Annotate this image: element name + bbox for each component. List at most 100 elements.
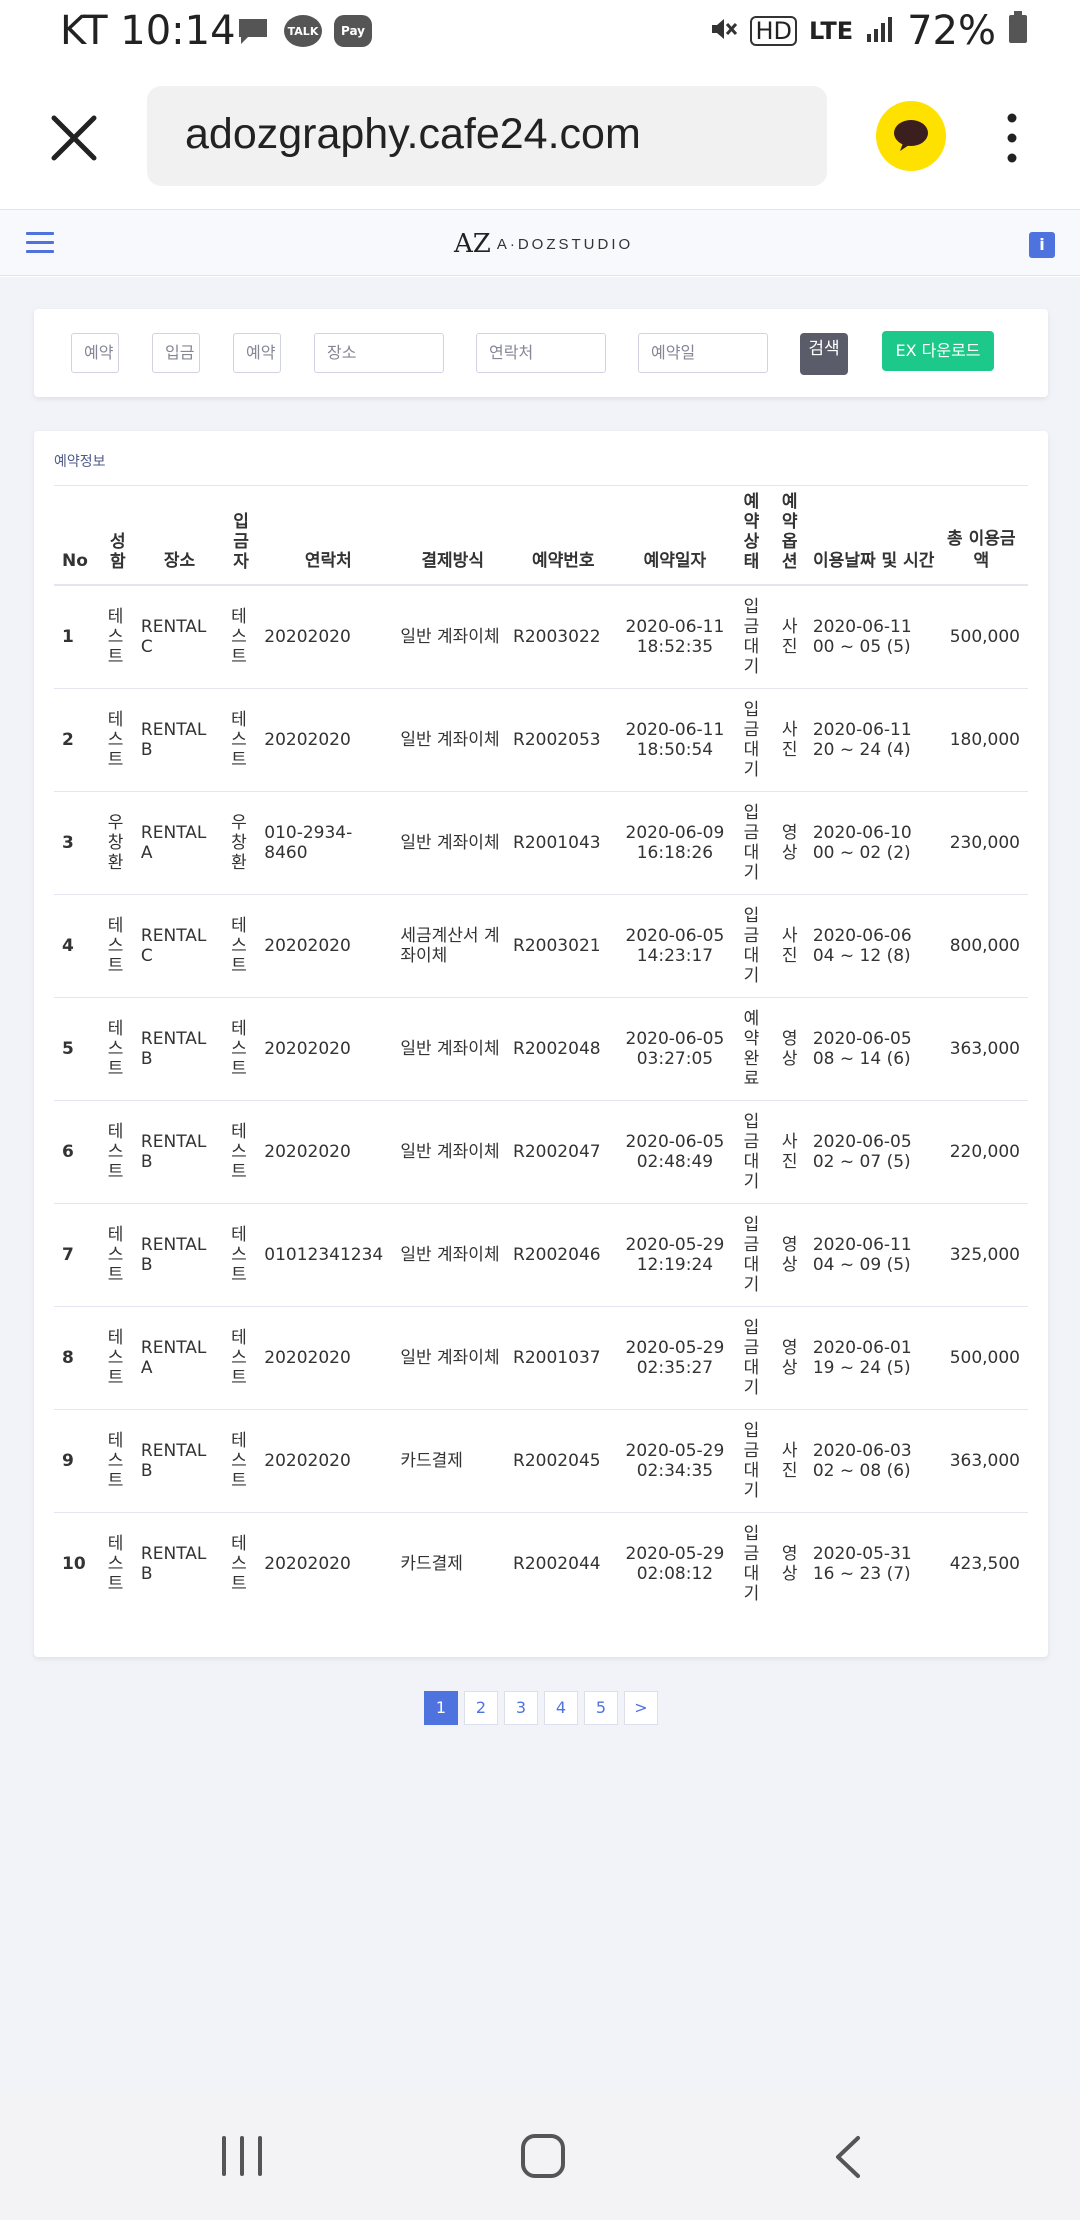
- cell-payment-method: 일반 계좌이체: [396, 790, 510, 894]
- table-row[interactable]: 1 테스트 RENTAL C 테스트 20202020 일반 계좌이체 R2003022 20…: [54, 584, 1028, 688]
- cell-payer: 테스트: [221, 893, 261, 997]
- cell-no: 2: [54, 687, 99, 791]
- table-row[interactable]: 4 테스트 RENTAL C 테스트 20202020 세금계산서 계좌이체 R200302…: [54, 893, 1028, 997]
- cell-no: 6: [54, 1099, 99, 1203]
- cell-contact: 20202020: [260, 1099, 397, 1203]
- cell-no: 3: [54, 790, 99, 894]
- page-button[interactable]: 5: [584, 1691, 618, 1725]
- battery-level: 72%: [907, 8, 996, 54]
- cell-place: RENTAL A: [136, 1305, 222, 1409]
- cell-reservation-date: 2020-06-05 02:48:49: [617, 1099, 733, 1203]
- next-page-button[interactable]: >: [624, 1691, 658, 1725]
- place-filter-input[interactable]: 장소: [314, 333, 444, 373]
- cell-status: 입금대기: [732, 1408, 771, 1512]
- cell-total-amount: 220,000: [938, 1099, 1028, 1203]
- cell-option: 사진: [770, 687, 809, 791]
- more-vertical-icon: [1007, 113, 1017, 163]
- reservation-name-filter-input[interactable]: 예약: [233, 333, 281, 373]
- cell-status: 예약완료: [732, 996, 771, 1100]
- cell-usage-time: 2020-06-01 19 ~ 24 (5): [808, 1305, 939, 1409]
- kakaotalk-notification-icon: TALK: [284, 15, 322, 47]
- cell-contact: 20202020: [260, 1511, 397, 1615]
- kakaotalk-share-button[interactable]: [876, 101, 946, 171]
- home-icon[interactable]: [521, 2134, 565, 2178]
- mute-icon: [708, 8, 738, 54]
- table-row[interactable]: 5 테스트 RENTAL B 테스트 20202020 일반 계좌이체 R2002048 20…: [54, 996, 1028, 1100]
- cell-option: 사진: [770, 893, 809, 997]
- table-row[interactable]: 3 우창환 RENTAL A 우창환 010-2934-8460 일반 계좌이체 R2001…: [54, 790, 1028, 894]
- cell-payer: 테스트: [221, 996, 261, 1100]
- header-reservation-date: 예약일자: [617, 485, 733, 586]
- cell-option: 영상: [770, 1305, 809, 1409]
- table-row[interactable]: 9 테스트 RENTAL B 테스트 20202020 카드결제 R2002045 2020-…: [54, 1408, 1028, 1512]
- cell-contact: 01012341234: [260, 1202, 397, 1306]
- cell-payer: 테스트: [221, 584, 261, 688]
- recent-apps-icon[interactable]: [222, 2136, 262, 2178]
- cell-place: RENTAL B: [136, 1511, 222, 1615]
- cell-status: 입금대기: [732, 687, 771, 791]
- payer-filter-input[interactable]: 입금: [152, 333, 200, 373]
- cell-reservation-number: R2003021: [509, 893, 618, 997]
- contact-filter-input[interactable]: 연락처: [476, 333, 606, 373]
- back-icon[interactable]: [828, 2134, 868, 2180]
- close-tab-button[interactable]: [46, 110, 102, 166]
- cell-option: 사진: [770, 1099, 809, 1203]
- table-body: 1 테스트 RENTAL C 테스트 20202020 일반 계좌이체 R2003022 20…: [54, 584, 1028, 1615]
- reservation-filter-input[interactable]: 예약: [71, 333, 119, 373]
- cell-total-amount: 500,000: [938, 1305, 1028, 1409]
- cell-contact: 20202020: [260, 1408, 397, 1512]
- cell-total-amount: 363,000: [938, 1408, 1028, 1512]
- cell-no: 4: [54, 893, 99, 997]
- reservation-table: No 성함 장소 입금자 연락처 결제방식 예약번호 예약일자 예약상태 예약옵…: [54, 485, 1028, 1615]
- table-header-row: No 성함 장소 입금자 연락처 결제방식 예약번호 예약일자 예약상태 예약옵…: [54, 485, 1028, 586]
- table-row[interactable]: 2 테스트 RENTAL B 테스트 20202020 일반 계좌이체 R2002053 20…: [54, 687, 1028, 791]
- cell-reservation-number: R2001043: [509, 790, 618, 894]
- cell-status: 입금대기: [732, 893, 771, 997]
- table-row[interactable]: 10 테스트 RENTAL B 테스트 20202020 카드결제 R2002044 2020…: [54, 1511, 1028, 1615]
- cell-usage-time: 2020-06-05 08 ~ 14 (6): [808, 996, 939, 1100]
- cell-total-amount: 230,000: [938, 790, 1028, 894]
- cell-total-amount: 180,000: [938, 687, 1028, 791]
- info-icon[interactable]: i: [1029, 232, 1055, 258]
- cell-reservation-date: 2020-05-29 02:35:27: [617, 1305, 733, 1409]
- cell-no: 10: [54, 1511, 99, 1615]
- cell-usage-time: 2020-05-31 16 ~ 23 (7): [808, 1511, 939, 1615]
- cell-reservation-number: R2002045: [509, 1408, 618, 1512]
- cell-reservation-number: R2002044: [509, 1511, 618, 1615]
- page-button[interactable]: 3: [504, 1691, 538, 1725]
- logo-text: A·DOZSTUDIO: [496, 235, 634, 253]
- table-row[interactable]: 8 테스트 RENTAL A 테스트 20202020 일반 계좌이체 R2001037 20…: [54, 1305, 1028, 1409]
- site-logo[interactable]: AZ A·DOZSTUDIO: [454, 224, 633, 264]
- cell-payer: 테스트: [221, 1202, 261, 1306]
- browser-menu-button[interactable]: [994, 106, 1030, 170]
- cell-total-amount: 325,000: [938, 1202, 1028, 1306]
- address-bar[interactable]: adozgraphy.cafe24.com: [147, 86, 827, 186]
- cell-status: 입금대기: [732, 790, 771, 894]
- excel-download-button[interactable]: EX 다운로드: [882, 331, 994, 371]
- cell-name: 테스트: [98, 687, 137, 791]
- page-button[interactable]: 2: [464, 1691, 498, 1725]
- cell-option: 영상: [770, 1511, 809, 1615]
- page-button[interactable]: 1: [424, 1691, 458, 1725]
- cell-contact: 20202020: [260, 893, 397, 997]
- cell-no: 1: [54, 584, 99, 688]
- search-button[interactable]: 검색: [800, 333, 848, 375]
- cell-reservation-date: 2020-06-11 18:50:54: [617, 687, 733, 791]
- table-row[interactable]: 6 테스트 RENTAL B 테스트 20202020 일반 계좌이체 R2002047 20…: [54, 1099, 1028, 1203]
- cell-contact: 20202020: [260, 1305, 397, 1409]
- cell-contact: 20202020: [260, 996, 397, 1100]
- cell-name: 테스트: [98, 1099, 137, 1203]
- cell-usage-time: 2020-06-11 04 ~ 09 (5): [808, 1202, 939, 1306]
- page-button[interactable]: 4: [544, 1691, 578, 1725]
- hamburger-menu-icon[interactable]: [26, 232, 54, 254]
- header-usage-time: 이용날짜 및 시간: [808, 485, 939, 586]
- cell-reservation-number: R2002046: [509, 1202, 618, 1306]
- table-row[interactable]: 7 테스트 RENTAL B 테스트 01012341234 일반 계좌이체 R200204…: [54, 1202, 1028, 1306]
- cell-reservation-date: 2020-05-29 12:19:24: [617, 1202, 733, 1306]
- cell-name: 테스트: [98, 893, 137, 997]
- card-title: 예약정보: [54, 454, 106, 470]
- cell-payment-method: 일반 계좌이체: [396, 1305, 510, 1409]
- cell-option: 영상: [770, 996, 809, 1100]
- reservation-date-filter-input[interactable]: 예약일: [638, 333, 768, 373]
- header-status: 예약상태: [732, 485, 771, 586]
